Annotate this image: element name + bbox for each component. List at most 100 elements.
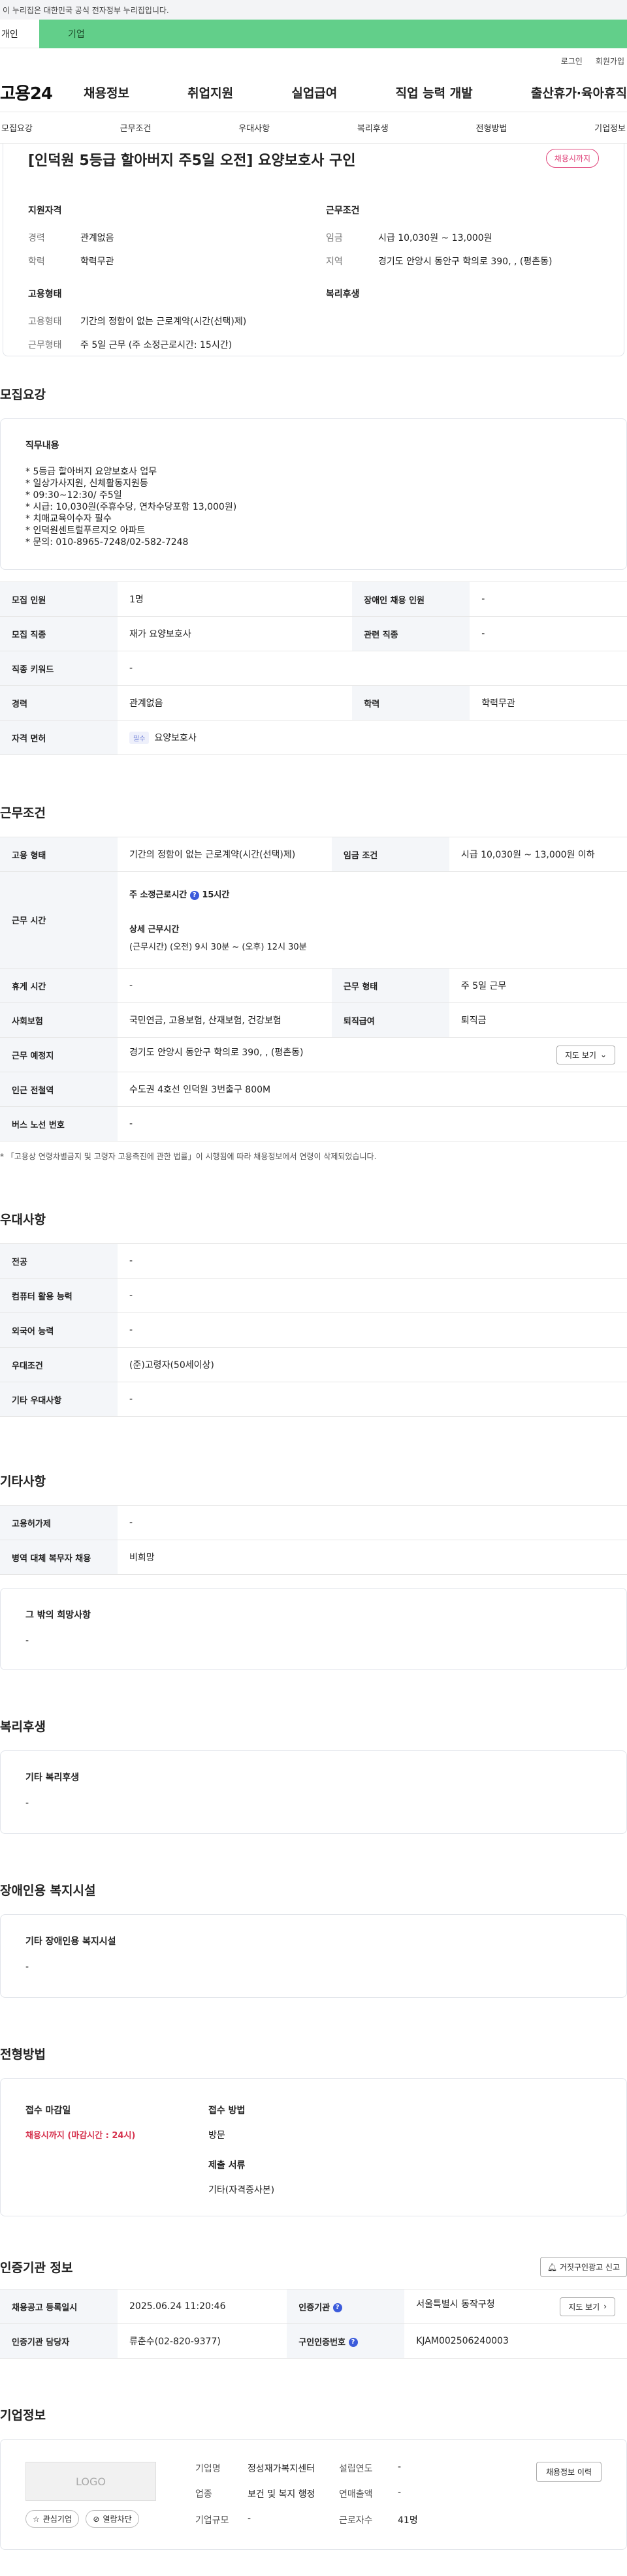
table-row: 우대조건 (준)고령자(50세이상) xyxy=(0,1347,627,1382)
cert-org-label: 인증기관 xyxy=(298,2303,330,2313)
row-key: 학력 xyxy=(28,256,45,267)
cert-map-button[interactable]: 지도 보기 › xyxy=(560,2297,615,2316)
other-wishes-card: 그 밖의 희망사항 - xyxy=(0,1588,627,1670)
work-section: 근무조건 고용 형태 기간의 정함이 없는 근로계약(시간(선택)제) 임금 조… xyxy=(0,803,627,1162)
employment-block: 고용형태 고용형태 기간의 정함이 없는 근로계약(시간(선택)제) 근무형태 주 … xyxy=(28,287,300,362)
age-note: * 「고용상 연령차별금지 및 고령자 고용촉진에 관한 법률」이 시행됨에 따… xyxy=(0,1152,377,1161)
apply-section: 전형방법 접수 마감일 채용시까지 (마감시간 : 24시) 접수 방법 방문 … xyxy=(0,2045,627,2216)
cell-key: 모집 인원 xyxy=(0,582,118,617)
table-row: 버스 노선 번호 - xyxy=(0,1106,627,1141)
block-icon: ⊘ xyxy=(93,2514,100,2524)
cell-value: - xyxy=(118,1312,627,1348)
global-nav: 고용24 채용정보 취업지원 실업급여 직업 능력 개발 출산휴가·육아휴직 xyxy=(0,73,627,112)
cell-key: 컴퓨터 활용 능력 xyxy=(0,1278,118,1313)
star-icon: ☆ xyxy=(33,2514,40,2524)
cell-value: 주 5일 근무 xyxy=(449,968,627,1003)
table-row: 고용허가제 - xyxy=(0,1505,627,1540)
tab-individual[interactable]: 개인 xyxy=(0,20,39,48)
weekly-hours-label: 주 소정근로시간 xyxy=(129,890,187,900)
site-logo[interactable]: 고용24 xyxy=(0,80,78,104)
fav-company-label: 관심기업 xyxy=(42,2515,72,2524)
company-section: 기업정보 LOGO ☆ 관심기업 ⊘ 열람차단 기업명 정성재가복지센터 설립연도 - … xyxy=(0,2406,627,2550)
location-value: 경기도 안양시 동안구 학의로 390, , (평촌동) xyxy=(129,1047,304,1058)
cell-key: 고용허가제 xyxy=(0,1505,118,1540)
cell-key: 직종 키워드 xyxy=(0,651,118,686)
gnb-item-training[interactable]: 직업 능력 개발 xyxy=(396,84,473,101)
map-button-label: 지도 보기 xyxy=(564,1050,596,1060)
recruit-section: 모집요강 직무내용 * 5등급 할아버지 요양보호사 업무 * 일상가사지원, … xyxy=(0,385,627,755)
welfare-heading: 기타 복리후생 xyxy=(25,1773,80,1783)
block-view-button[interactable]: ⊘ 열람차단 xyxy=(86,2510,139,2528)
gnb-item-unemployment[interactable]: 실업급여 xyxy=(291,84,337,101)
method-block: 접수 방법 방문 제출 서류 기타(자격증사본) xyxy=(208,2103,602,2196)
user-type-tabs: 개인 기업 xyxy=(0,20,627,48)
welfare-summary-block: 복리후생 xyxy=(326,287,598,362)
login-link[interactable]: 로그인 xyxy=(561,55,583,67)
info-key: 연매출액 xyxy=(339,2489,373,2500)
table-row: 사회보험 국민연금, 고용보험, 산재보험, 건강보험 퇴직급여 퇴직금 xyxy=(0,1002,627,1038)
cell-value: 비희망 xyxy=(118,1540,627,1575)
cell-value: 재가 요양보호사 xyxy=(118,616,353,651)
join-link[interactable]: 회원가입 xyxy=(596,55,624,67)
info-key: 기업규모 xyxy=(195,2515,229,2526)
welfare-title: 복리후생 xyxy=(0,1720,46,1734)
map-button[interactable]: 지도 보기 ⌄ xyxy=(556,1045,615,1064)
row-key: 경력 xyxy=(28,233,45,243)
cell-value: - xyxy=(118,1278,627,1313)
anchor-tab-welfare[interactable]: 복리후생 xyxy=(356,121,390,134)
cell-key: 기타 우대사항 xyxy=(0,1382,118,1417)
docs-heading: 제출 서류 xyxy=(208,2160,246,2171)
gov-banner: 이 누리집은 대한민국 공식 전자정부 누리집입니다. xyxy=(0,0,627,20)
method-heading: 접수 방법 xyxy=(208,2105,246,2116)
deadline-badge: 채용시까지 xyxy=(545,149,599,168)
company-info-grid: 기업명 정성재가복지센터 설립연도 - 업종 보건 및 복지 행정 연매출액 - 기업규… xyxy=(195,2462,476,2527)
row-value: 주 5일 근무 (주 소정근로시간: 15시간) xyxy=(80,340,233,350)
gnb-item-parental[interactable]: 출산휴가·육아휴직 xyxy=(531,84,627,101)
cert-map-label: 지도 보기 xyxy=(568,2302,600,2312)
disabled-heading: 기타 장애인용 복지시설 xyxy=(25,1936,116,1947)
cell-value: 시급 10,030원 ~ 13,000원 이하 xyxy=(449,837,627,872)
anchor-tab-apply[interactable]: 전형방법 xyxy=(475,121,509,134)
info-value: 41명 xyxy=(398,2515,418,2526)
summary-grid: 지원자격 경력 관계없음 학력 학력무관 근무조건 임금 시급 10,030원 ~ 1… xyxy=(28,204,598,362)
gnb-item-support[interactable]: 취업지원 xyxy=(187,84,233,101)
question-icon[interactable]: ? xyxy=(189,890,199,900)
info-value: 보건 및 복지 행정 xyxy=(248,2489,315,2500)
cell-value: 류춘수(02-820-9377) xyxy=(118,2323,287,2359)
fav-company-button[interactable]: ☆ 관심기업 xyxy=(25,2510,79,2528)
question-icon[interactable]: ? xyxy=(332,2303,342,2312)
gnb-items: 채용정보 취업지원 실업급여 직업 능력 개발 출산휴가·육아휴직 xyxy=(78,84,627,101)
cell-key: 근무 시간 xyxy=(0,871,118,969)
table-row: 직종 키워드 - xyxy=(0,651,627,686)
employment-heading: 고용형태 xyxy=(28,289,62,300)
tab-company[interactable]: 기업 xyxy=(39,20,627,48)
weekly-hours: 주 소정근로시간 ? 15시간 xyxy=(129,888,615,900)
table-row: 모집 인원 1명 장애인 채용 인원 - xyxy=(0,582,627,617)
cell-key: 퇴직급여 xyxy=(331,1002,449,1038)
row-value: 기간의 정함이 없는 근로계약(시간(선택)제) xyxy=(80,317,247,327)
pref-title: 우대사항 xyxy=(0,1213,46,1227)
cell-key: 인증기관 담당자 xyxy=(0,2323,118,2359)
history-button[interactable]: 채용정보 이력 xyxy=(536,2462,602,2482)
cell-value: 국민연금, 고용보험, 산재보험, 건강보험 xyxy=(118,1002,332,1038)
anchor-tab-company[interactable]: 기업정보 xyxy=(593,121,627,134)
report-button[interactable]: 🔔︎ 거짓구인광고 신고 xyxy=(539,2257,627,2277)
cell-key: 사회보험 xyxy=(0,1002,118,1038)
cell-key: 장애인 채용 인원 xyxy=(352,582,470,617)
cell-key: 근무 예정지 xyxy=(0,1037,118,1072)
job-content-card: 직무내용 * 5등급 할아버지 요양보호사 업무 * 일상가사지원, 신체활동지… xyxy=(0,418,627,570)
summary-row: 경력 관계없음 xyxy=(28,231,300,244)
qualification-block: 지원자격 경력 관계없음 학력 학력무관 xyxy=(28,204,300,278)
table-row: 채용공고 등록일시 2025.06.24 11:20:46 인증기관 ? 서울특… xyxy=(0,2289,627,2324)
cell-value: 1명 xyxy=(118,582,353,617)
question-icon[interactable]: ? xyxy=(348,2338,358,2347)
gnb-item-jobs[interactable]: 채용정보 xyxy=(84,84,129,101)
info-value: - xyxy=(248,2513,251,2524)
cell-key: 버스 노선 번호 xyxy=(0,1106,118,1141)
welfare-section: 복리후생 기타 복리후생 - xyxy=(0,1717,627,1834)
cert-org-key: 인증기관 ? xyxy=(287,2289,405,2324)
anchor-tab-work[interactable]: 근무조건 xyxy=(119,121,153,134)
anchor-tab-recruit[interactable]: 모집요강 xyxy=(0,121,34,134)
anchor-tab-pref[interactable]: 우대사항 xyxy=(237,121,271,134)
cert-no-key: 구인인증번호 ? xyxy=(287,2323,405,2359)
